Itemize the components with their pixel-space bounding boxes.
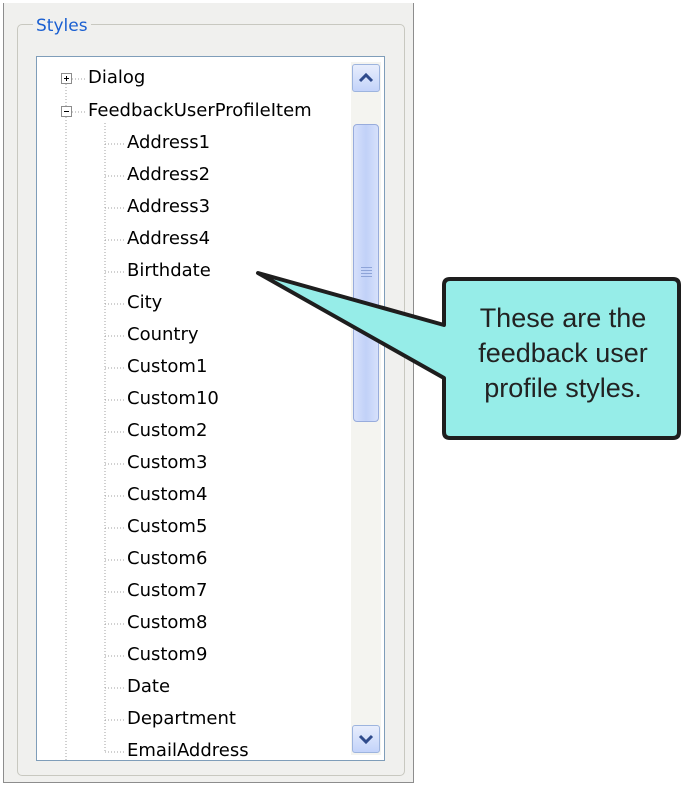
callout-line: These are the bbox=[479, 303, 647, 333]
callout-text: These are the feedback user profile styl… bbox=[448, 301, 678, 406]
callout-line: profile styles. bbox=[484, 373, 642, 403]
callout-line: feedback user bbox=[478, 338, 648, 368]
